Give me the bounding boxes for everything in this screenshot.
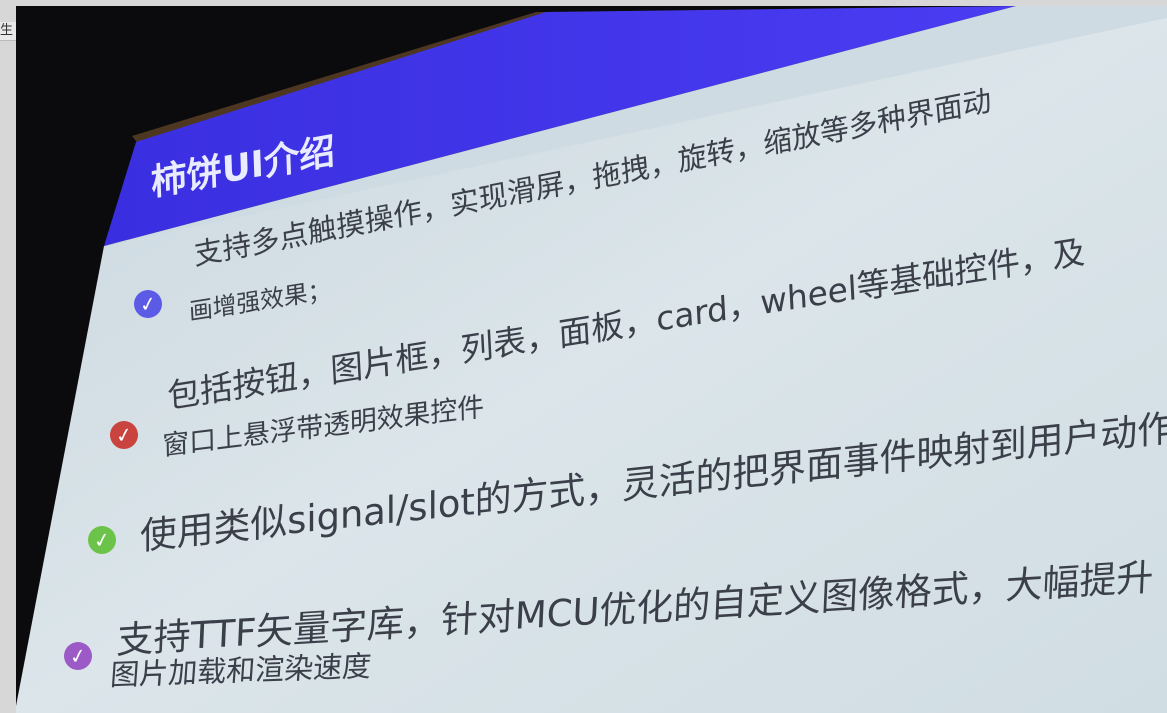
screenshot-frame: 生 柿饼UI介绍 ✓ 支持多点触摸操作，实现滑屏，拖拽，旋转，缩放等多种界面动 …: [0, 0, 1167, 713]
corner-label: 生: [0, 22, 16, 41]
presentation-photo: 柿饼UI介绍 ✓ 支持多点触摸操作，实现滑屏，拖拽，旋转，缩放等多种界面动 画增…: [16, 6, 1167, 713]
